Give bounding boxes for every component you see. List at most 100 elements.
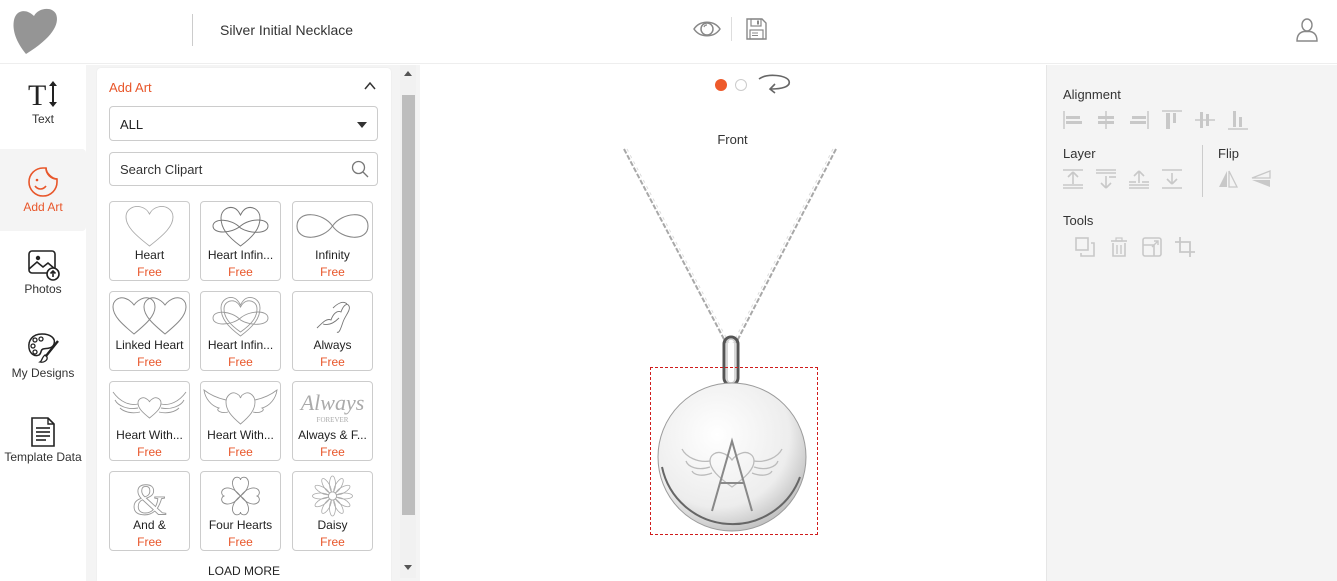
product-title: Silver Initial Necklace: [220, 22, 354, 38]
svg-text:T: T: [28, 79, 46, 111]
crop-button[interactable]: [1174, 236, 1196, 258]
image-upload-icon: [28, 250, 60, 281]
page-dot-front[interactable]: [715, 79, 727, 91]
duplicate-button[interactable]: [1074, 236, 1096, 258]
align-center-horizontal-icon: [1098, 111, 1114, 129]
clipart-search: [109, 152, 378, 186]
clipart-card[interactable]: Four Hearts Free: [200, 471, 281, 551]
align-middle-button[interactable]: [1194, 109, 1216, 131]
caret-down-icon: [357, 122, 367, 128]
clipart-name: Heart Infin...: [207, 248, 274, 262]
clipart-search-input[interactable]: [110, 153, 340, 185]
rail-item-label: Photos: [24, 282, 62, 296]
tools-title: Tools: [1063, 213, 1094, 228]
sticker-smiley-icon: [28, 167, 58, 197]
header-separator: [731, 17, 732, 41]
clipart-price: Free: [320, 535, 345, 549]
design-canvas: Front: [420, 65, 1045, 581]
clipart-card[interactable]: Heart Infin... Free: [200, 201, 281, 281]
tool-rail: T Text Add Art Photos My Designs Templat…: [0, 65, 86, 581]
selected-element-bounding-box[interactable]: [650, 367, 818, 535]
clipart-price: Free: [228, 445, 253, 459]
align-middle-vertical-icon: [1195, 112, 1215, 128]
side-label: Front: [717, 132, 748, 147]
align-left-icon: [1063, 111, 1082, 129]
rail-item-photos[interactable]: Photos: [0, 247, 86, 329]
bring-to-front-button[interactable]: [1062, 168, 1084, 190]
text-size-icon: T: [28, 79, 57, 111]
clipart-card[interactable]: Infinity Free: [292, 201, 373, 281]
rail-item-label: My Designs: [11, 366, 75, 380]
search-icon[interactable]: [351, 160, 369, 178]
clipart-card[interactable]: Linked Heart Free: [109, 291, 190, 371]
rail-item-add-art[interactable]: Add Art: [0, 149, 86, 231]
clipart-card[interactable]: Heart With... Free: [109, 381, 190, 461]
clipart-card[interactable]: Heart Infin... Free: [200, 291, 281, 371]
clipart-card[interactable]: Always Free: [292, 291, 373, 371]
four-hearts-thumbnail: [221, 476, 260, 516]
necklace-chain: [623, 148, 837, 344]
align-right-icon: [1130, 111, 1149, 129]
rail-item-text[interactable]: T Text: [0, 77, 86, 159]
scroll-up-arrow-icon[interactable]: [404, 71, 412, 76]
flip-horizontal-button[interactable]: [1217, 168, 1239, 190]
category-select-value: ALL: [120, 117, 144, 132]
align-bottom-icon: [1228, 111, 1248, 130]
clipart-price: Free: [137, 445, 162, 459]
chevron-up-icon[interactable]: [363, 80, 377, 92]
layer-title: Layer: [1063, 146, 1096, 161]
heart-infinity-thumbnail: [212, 207, 269, 247]
category-select[interactable]: ALL: [109, 106, 378, 141]
clipart-card[interactable]: Heart Free: [109, 201, 190, 281]
always-script-thumbnail: [316, 301, 350, 333]
rail-item-my-designs[interactable]: My Designs: [0, 331, 86, 413]
align-left-button[interactable]: [1062, 109, 1084, 131]
add-art-panel: Add Art ALL Heart Free Heart Infin...: [97, 68, 391, 581]
resize-button[interactable]: [1141, 236, 1163, 258]
clipart-card[interactable]: Always FOREVER Always & F... Free: [292, 381, 373, 461]
align-top-button[interactable]: [1161, 109, 1183, 131]
rail-item-label: Template Data: [4, 450, 82, 464]
floppy-disk-icon: [746, 18, 767, 40]
preview-button[interactable]: [692, 18, 722, 40]
heart-thumbnail: [125, 206, 174, 247]
page-dot-back[interactable]: [735, 79, 747, 91]
clipart-price: Free: [320, 265, 345, 279]
clipart-price: Free: [137, 265, 162, 279]
rail-item-template-data[interactable]: Template Data: [0, 415, 86, 497]
send-to-back-icon: [1096, 169, 1116, 189]
heart-with-wings-thumbnail: [112, 391, 187, 419]
bring-forward-button[interactable]: [1128, 168, 1150, 190]
align-bottom-button[interactable]: [1227, 109, 1249, 131]
clipart-name: Linked Heart: [115, 338, 184, 352]
send-to-back-button[interactable]: [1095, 168, 1117, 190]
properties-panel: Alignment Layer Flip Tools: [1046, 65, 1337, 581]
scroll-down-arrow-icon[interactable]: [404, 565, 412, 570]
clipart-card[interactable]: Heart With... Free: [200, 381, 281, 461]
align-center-button[interactable]: [1095, 109, 1117, 131]
scroll-thumb[interactable]: [402, 95, 415, 515]
clipart-name: Four Hearts: [208, 518, 273, 532]
flip-vertical-button[interactable]: [1250, 168, 1272, 190]
eye-icon: [693, 21, 721, 37]
delete-icon: [1111, 237, 1127, 257]
clipart-price: Free: [320, 445, 345, 459]
flip-divider: [1202, 145, 1203, 197]
heart-logo-icon[interactable]: [12, 6, 60, 56]
delete-button[interactable]: [1108, 236, 1130, 258]
alignment-title: Alignment: [1063, 87, 1121, 102]
clipart-price: Free: [228, 355, 253, 369]
load-more-button[interactable]: LOAD MORE: [97, 564, 391, 578]
rotate-view-icon[interactable]: [755, 73, 793, 97]
always-forever-thumbnail: Always FOREVER: [299, 390, 365, 424]
clipart-card[interactable]: Daisy Free: [292, 471, 373, 551]
align-right-button[interactable]: [1128, 109, 1150, 131]
svg-text:FOREVER: FOREVER: [317, 416, 349, 424]
header-divider: [192, 14, 193, 46]
user-account-button[interactable]: [1293, 16, 1321, 44]
clipart-name: Daisy: [317, 518, 348, 532]
panel-scrollbar[interactable]: [400, 65, 416, 578]
clipart-card[interactable]: & And & Free: [109, 471, 190, 551]
save-button[interactable]: [744, 17, 768, 41]
send-backward-button[interactable]: [1161, 168, 1183, 190]
